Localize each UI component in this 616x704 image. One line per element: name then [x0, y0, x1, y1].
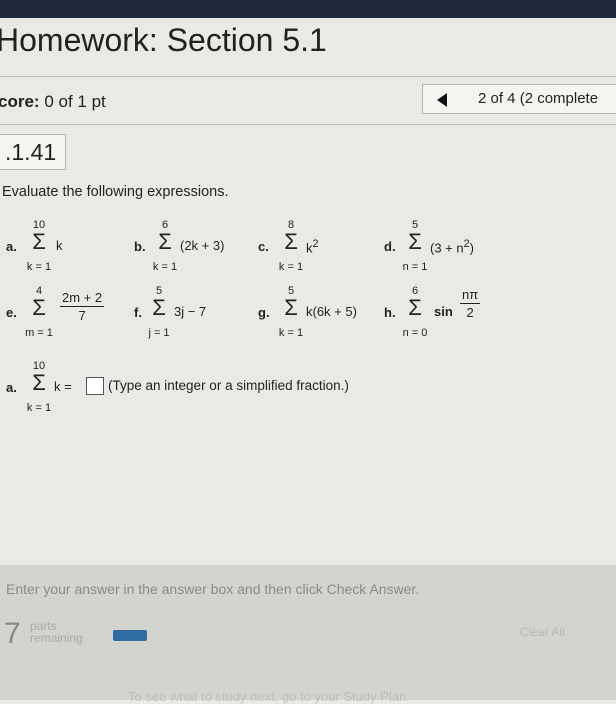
expression-label: g. [258, 305, 270, 320]
score-label: core: [0, 92, 40, 111]
expression-label: e. [6, 305, 17, 320]
question-number: .1.41 [5, 139, 57, 165]
summand: k [56, 238, 63, 253]
sigma-icon: Σ [32, 370, 46, 395]
lower-limit: k = 1 [26, 261, 52, 273]
summand-fraction: nπ 2 [460, 287, 481, 321]
expression-label: b. [134, 239, 146, 254]
expression-label: c. [258, 239, 269, 254]
summand: k(6k + 5) [306, 304, 357, 319]
expression-a: a. 10 Σ k = 1 k [6, 219, 124, 289]
summand: (3 + n2) [430, 238, 474, 255]
parts-label-line2: remaining [30, 631, 83, 645]
summand: 3j − 7 [174, 304, 207, 319]
sigma-icon: Σ [408, 229, 422, 254]
footer-panel: Enter your answer in the answer box and … [0, 565, 616, 704]
summand-fraction: 2m + 2 7 [60, 290, 105, 324]
fraction-denominator: 7 [78, 308, 86, 323]
expression-label: h. [384, 305, 396, 320]
summand: (2k + 3) [180, 238, 225, 253]
sigma-icon: Σ [32, 295, 46, 320]
expression-b: b. 6 Σ k = 1 (2k + 3) [134, 219, 252, 289]
lower-limit: k = 1 [26, 402, 52, 414]
answer-expression: a. 10 Σ k = 1 k = [6, 360, 124, 430]
lower-limit: j = 1 [148, 327, 170, 339]
question-number-box: .1.41 [0, 134, 66, 170]
score-divider [0, 124, 616, 125]
sine-function: sin [434, 304, 453, 319]
top-bar [0, 0, 616, 18]
summand: k = [54, 379, 72, 394]
fraction-denominator: 2 [466, 305, 474, 320]
lower-limit: n = 0 [402, 327, 428, 339]
answer-hint: (Type an integer or a simplified fractio… [108, 378, 349, 393]
expression-e: e. 4 Σ m = 1 2m + 2 7 [6, 285, 124, 355]
score-display: core: 0 of 1 pt [0, 92, 106, 112]
footer-instruction: Enter your answer in the answer box and … [6, 581, 420, 597]
summand-exponent: 2 [312, 238, 319, 250]
sigma-icon: Σ [158, 229, 172, 254]
expression-g: g. 5 Σ k = 1 k(6k + 5) [258, 285, 376, 355]
expression-h: h. 6 Σ n = 0 sin nπ 2 [384, 285, 514, 355]
expression-label: a. [6, 380, 17, 395]
lower-limit: m = 1 [25, 327, 53, 339]
fraction-numerator: 2m + 2 [60, 290, 105, 307]
expression-label: d. [384, 239, 396, 254]
lower-limit: k = 1 [152, 261, 178, 273]
progress-text: 2 of 4 (2 complete [478, 90, 599, 107]
lower-limit: k = 1 [278, 261, 304, 273]
fraction-numerator: nπ [460, 287, 481, 304]
lower-limit: n = 1 [402, 261, 428, 273]
expression-label: a. [6, 239, 17, 254]
expression-c: c. 8 Σ k = 1 k2 [258, 219, 376, 289]
lower-limit: k = 1 [278, 327, 304, 339]
question-instructions: Evaluate the following expressions. [2, 184, 229, 200]
page-title: Homework: Section 5.1 [0, 22, 327, 58]
clear-all-button[interactable]: Clear All [520, 625, 565, 639]
score-value: 0 of 1 pt [44, 92, 106, 111]
expression-d: d. 5 Σ n = 1 (3 + n2) [384, 219, 502, 289]
sigma-icon: Σ [408, 295, 422, 320]
answer-row-a: a. 10 Σ k = 1 k = (Type an integer or a … [6, 360, 506, 420]
sigma-icon: Σ [32, 229, 46, 254]
parts-progress-bar [113, 630, 147, 641]
summand-tail: ) [469, 240, 474, 256]
summand: k2 [306, 238, 319, 255]
title-divider [0, 76, 616, 77]
previous-question-icon[interactable] [437, 93, 447, 107]
expression-f: f. 5 Σ j = 1 3j − 7 [134, 285, 252, 355]
expression-label: f. [134, 305, 142, 320]
parts-remaining-label: parts remaining [30, 620, 83, 644]
sigma-icon: Σ [284, 229, 298, 254]
study-plan-text: To see what to study next, go to your St… [128, 689, 410, 704]
question-progress: 2 of 4 (2 complete [422, 84, 616, 114]
sigma-icon: Σ [152, 295, 166, 320]
sigma-icon: Σ [284, 295, 298, 320]
answer-input[interactable] [86, 377, 104, 395]
parts-remaining-count: 7 [4, 617, 21, 650]
summand-base: (3 + n [430, 240, 464, 256]
